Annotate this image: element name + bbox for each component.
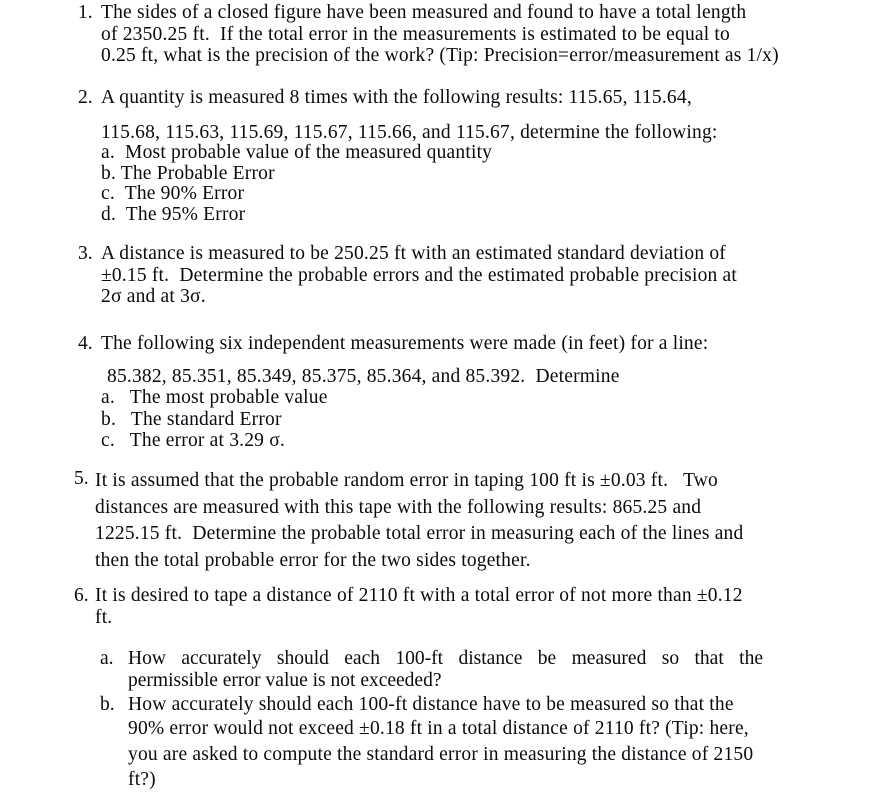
problem-2-subitem-d: d. The 95% Error [101, 203, 246, 225]
problem-4-subitem-b: b. The standard Error [101, 408, 282, 430]
problem-6-subitem-a: a. How accurately should each 100-ft dis… [100, 648, 763, 692]
problem-body-4: The following six independent measuremen… [101, 333, 708, 452]
problem-2-data-line: 115.68, 115.63, 115.69, 115.67, 115.66, … [101, 122, 718, 143]
problem-4-data-line: 85.382, 85.351, 85.349, 85.375, 85.364, … [107, 366, 620, 387]
problem-6-subitem-b-line-1: How accurately should each 100-ft distan… [128, 694, 734, 715]
problem-2-subitem-b: b. The Probable Error [101, 162, 275, 184]
problem-6-subitem-b: b. How accurately should each 100-ft dis… [100, 694, 753, 793]
problem-2-subitem-a: a. Most probable value of the measured q… [101, 142, 493, 163]
problem-4-subitem-a: a. The most probable value [101, 387, 328, 408]
problem-5-line-1: It is assumed that the probable random e… [95, 470, 719, 491]
problem-3-line-1: A distance is measured to be 250.25 ft w… [101, 243, 726, 264]
problem-5-line-4: then the total probable error for the tw… [95, 549, 531, 571]
problem-item-5: 5. It is assumed that the probable rando… [74, 468, 743, 574]
document-page: 1. The sides of a closed figure have bee… [0, 0, 877, 812]
problem-6-subitem-b-line-4: ft?) [128, 769, 156, 790]
problem-6-subitem-a-body: How accurately should each 100-ft distan… [128, 648, 763, 692]
problem-number-5: 5. [74, 468, 89, 489]
problem-2-subitem-c: c. The 90% Error [101, 183, 245, 204]
problem-body-1: The sides of a closed figure have been m… [101, 2, 779, 67]
problem-5-line-2: distances are measured with this tape wi… [95, 496, 702, 518]
problem-2-subitems: a. Most probable value of the measured q… [101, 142, 718, 225]
problem-6-subitem-a-label: a. [100, 648, 114, 669]
problem-6-line-1: It is desired to tape a distance of 2110… [95, 585, 743, 606]
problem-6-subitem-a-line-1: How accurately should each 100-ft distan… [128, 648, 763, 669]
problem-6-line-2: ft. [95, 606, 113, 628]
problem-6-subitem-b-line-3: you are asked to compute the standard er… [128, 743, 754, 765]
problem-6-subitem-a-line-2: permissible error value is not exceeded? [128, 670, 442, 691]
problem-number-2: 2. [78, 87, 93, 108]
problem-4-subitems: a. The most probable value b. The standa… [101, 387, 708, 452]
problem-5-line-3: 1225.15 ft. Determine the probable total… [95, 523, 744, 544]
problem-item-1: 1. The sides of a closed figure have bee… [78, 2, 779, 67]
problem-2-lead: A quantity is measured 8 times with the … [101, 87, 692, 108]
problem-3-line-3: 2σ and at 3σ. [101, 286, 206, 307]
problem-3-line-2: ±0.15 ft. Determine the probable errors … [101, 264, 738, 286]
problem-1-line-3: 0.25 ft, what is the precision of the wo… [101, 45, 779, 66]
problem-body-6: It is desired to tape a distance of 2110… [95, 585, 743, 628]
problem-1-line-2: of 2350.25 ft. If the total error in the… [101, 23, 730, 45]
problem-item-3: 3. A distance is measured to be 250.25 f… [78, 243, 737, 308]
problem-number-1: 1. [78, 2, 93, 23]
problem-body-3: A distance is measured to be 250.25 ft w… [101, 243, 737, 308]
problem-number-6: 6. [74, 585, 89, 606]
problem-item-4: 4. The following six independent measure… [78, 333, 708, 452]
problem-body-2: A quantity is measured 8 times with the … [101, 87, 718, 225]
problem-body-5: It is assumed that the probable random e… [95, 468, 743, 574]
problem-4-subitem-c: c. The error at 3.29 σ. [101, 430, 285, 451]
problem-1-line-1: The sides of a closed figure have been m… [101, 2, 747, 23]
problem-6-subitem-b-body: How accurately should each 100-ft distan… [128, 694, 753, 793]
problem-number-4: 4. [78, 333, 93, 354]
problem-4-lead: The following six independent measuremen… [101, 333, 709, 354]
problem-number-3: 3. [78, 243, 93, 264]
problem-6-subitem-b-line-2: 90% error would not exceed ±0.18 ft in a… [128, 718, 749, 739]
problem-item-2: 2. A quantity is measured 8 times with t… [78, 87, 718, 225]
problem-6-subitem-b-label: b. [100, 694, 115, 715]
problem-item-6: 6. It is desired to tape a distance of 2… [74, 585, 743, 628]
